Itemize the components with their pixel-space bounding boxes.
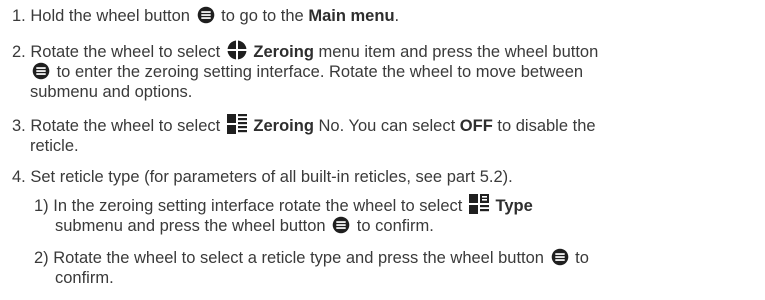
step-text: Set reticle type (for parameters of all … bbox=[30, 168, 513, 186]
zeroing-label: Zeroing bbox=[253, 117, 314, 135]
substep-number: 2) bbox=[34, 249, 49, 267]
substep-text: In the zeroing setting interface rotate … bbox=[53, 197, 463, 215]
wheel-button-icon bbox=[332, 216, 350, 234]
substep-text: submenu and press the wheel button bbox=[55, 217, 326, 235]
reticle-type-icon bbox=[468, 194, 489, 214]
step-text: Hold the wheel button bbox=[30, 7, 190, 25]
instruction-document: 1. Hold the wheel button to go to the Ma… bbox=[0, 0, 765, 300]
substep-text: confirm. bbox=[55, 269, 114, 287]
step-text: menu item and press the wheel button bbox=[318, 43, 599, 61]
substep-1: 1) In the zeroing setting interface rota… bbox=[34, 194, 754, 236]
step-number: 3. bbox=[12, 117, 26, 135]
substep-text: Rotate the wheel to select a reticle typ… bbox=[53, 249, 544, 267]
zeroing-menu-label: Zeroing bbox=[253, 43, 314, 61]
step-text: reticle. bbox=[30, 137, 79, 155]
substep-text: to confirm. bbox=[356, 217, 434, 235]
step-text: Rotate the wheel to select bbox=[30, 117, 221, 135]
zeroing-number-icon bbox=[226, 114, 247, 134]
step-number: 4. bbox=[12, 168, 26, 186]
wheel-button-icon bbox=[551, 248, 569, 266]
step-text: submenu and options. bbox=[30, 83, 193, 101]
wheel-button-icon bbox=[32, 62, 50, 80]
main-menu-label: Main menu bbox=[308, 7, 395, 25]
step-text: to go to the bbox=[221, 7, 304, 25]
substep-2: 2) Rotate the wheel to select a reticle … bbox=[34, 248, 754, 288]
step-1: 1. Hold the wheel button to go to the Ma… bbox=[12, 6, 754, 26]
step-text: to enter the zeroing setting interface. … bbox=[56, 63, 584, 81]
step-text: to disable the bbox=[497, 117, 596, 135]
substep-text: to bbox=[575, 249, 589, 267]
step-2: 2. Rotate the wheel to select Zeroing me… bbox=[12, 40, 754, 102]
crosshair-menu-icon bbox=[226, 40, 247, 60]
step-text: Rotate the wheel to select bbox=[30, 43, 221, 61]
type-submenu-label: Type bbox=[495, 197, 533, 215]
wheel-button-icon bbox=[197, 6, 215, 24]
step-text: No. You can select bbox=[318, 117, 456, 135]
step-text: . bbox=[394, 7, 400, 25]
off-option-label: OFF bbox=[459, 117, 493, 135]
step-number: 1. bbox=[12, 7, 26, 25]
substep-number: 1) bbox=[34, 197, 49, 215]
step-4: 4. Set reticle type (for parameters of a… bbox=[12, 167, 754, 187]
step-number: 2. bbox=[12, 43, 26, 61]
step-3: 3. Rotate the wheel to select Zeroing No… bbox=[12, 114, 754, 156]
